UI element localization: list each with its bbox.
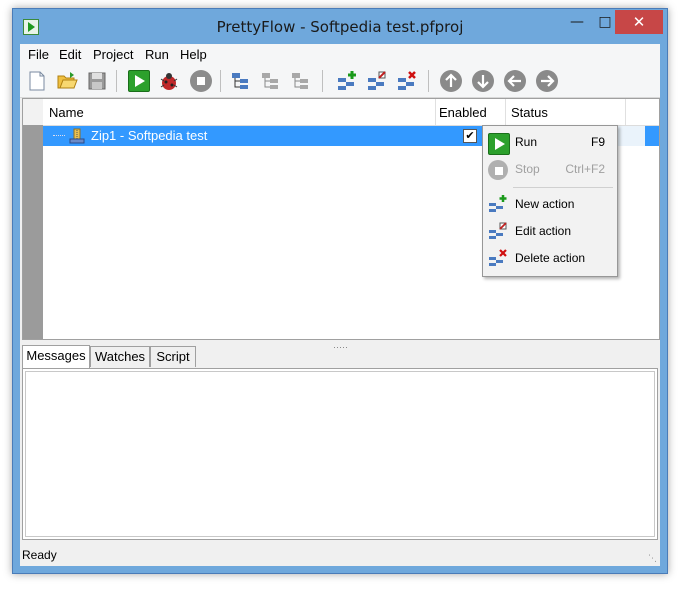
debug-icon[interactable] [158,70,180,92]
indent-icon[interactable] [290,70,312,92]
messages-area[interactable] [25,371,655,537]
stop-icon [488,160,508,180]
menu-edit[interactable]: Edit [59,47,81,62]
new-icon[interactable] [26,70,48,92]
tree-gutter-header [23,99,43,125]
context-menu-stop-label: Stop [515,162,540,176]
menu-project[interactable]: Project [93,47,133,62]
tree-connector [53,135,65,136]
expand-icon[interactable] [230,70,252,92]
context-menu-new-action-label: New action [515,197,575,211]
context-menu-run-shortcut: F9 [590,135,605,149]
delete-action-icon[interactable] [396,70,418,92]
move-left-icon[interactable] [504,70,526,92]
move-up-icon[interactable] [440,70,462,92]
tab-messages[interactable]: Messages [22,345,90,368]
toolbar-separator [116,70,117,92]
toolbar-separator [220,70,221,92]
column-divider[interactable] [625,99,626,125]
collapse-icon[interactable] [260,70,282,92]
context-menu-stop-shortcut: Ctrl+F2 [565,162,605,176]
toolbar-separator [428,70,429,92]
client-area: File Edit Project Run Help Name Enabled … [20,44,660,566]
minimize-button[interactable]: — [565,11,589,33]
run-icon [488,133,510,155]
column-status[interactable]: Status [511,105,548,120]
tab-watches[interactable]: Watches [90,346,150,367]
column-header: Name Enabled Status [43,99,659,126]
menu-bar: File Edit Project Run Help [20,44,660,64]
context-menu-separator [513,187,613,188]
toolbar-separator [322,70,323,92]
close-button[interactable]: ✕ [615,10,663,34]
menu-help[interactable]: Help [180,47,207,62]
context-menu-edit-action-label: Edit action [515,224,572,238]
output-tabs: Messages Watches Script [22,345,658,368]
move-down-icon[interactable] [472,70,494,92]
maximize-button[interactable]: □ [593,11,617,33]
enabled-checkbox[interactable]: ✔ [463,129,477,143]
new-action-icon [488,195,508,215]
move-right-icon[interactable] [536,70,558,92]
tab-script[interactable]: Script [150,346,196,367]
column-name[interactable]: Name [49,105,84,120]
status-bar: Ready ⋱ [20,544,660,566]
messages-panel[interactable] [22,368,658,540]
zip-icon [69,128,85,144]
column-enabled[interactable]: Enabled [439,105,487,120]
main-window: PrettyFlow - Softpedia test.pfproj — □ ✕… [12,8,668,574]
tree-gutter [23,99,43,339]
context-menu-run-label: Run [515,135,538,149]
menu-file[interactable]: File [28,47,49,62]
edit-action-icon[interactable] [366,70,388,92]
stop-icon[interactable] [190,70,212,92]
delete-action-icon [488,249,508,269]
context-menu-delete-action-label: Delete action [515,251,586,265]
context-menu-run[interactable]: Run F9 [483,130,617,156]
save-icon[interactable] [86,70,108,92]
context-menu: Run F9 Stop Ctrl+F2 New action Edit acti… [482,125,618,277]
new-action-icon[interactable] [336,70,358,92]
context-menu-new-action[interactable]: New action [483,192,617,218]
context-menu-edit-action[interactable]: Edit action [483,219,617,245]
edit-action-icon [488,222,508,242]
title-bar[interactable]: PrettyFlow - Softpedia test.pfproj — □ ✕ [13,9,667,45]
open-icon[interactable] [56,70,78,92]
run-icon[interactable] [128,70,150,92]
status-text: Ready [22,548,57,562]
context-menu-stop: Stop Ctrl+F2 [483,157,617,183]
tree-row-name: Zip1 - Softpedia test [91,128,208,143]
context-menu-delete-action[interactable]: Delete action [483,246,617,272]
menu-run[interactable]: Run [145,47,169,62]
column-divider[interactable] [505,99,506,125]
toolbar [20,64,660,98]
column-divider[interactable] [435,99,436,125]
resize-grip-icon[interactable]: ⋱ [648,554,658,564]
